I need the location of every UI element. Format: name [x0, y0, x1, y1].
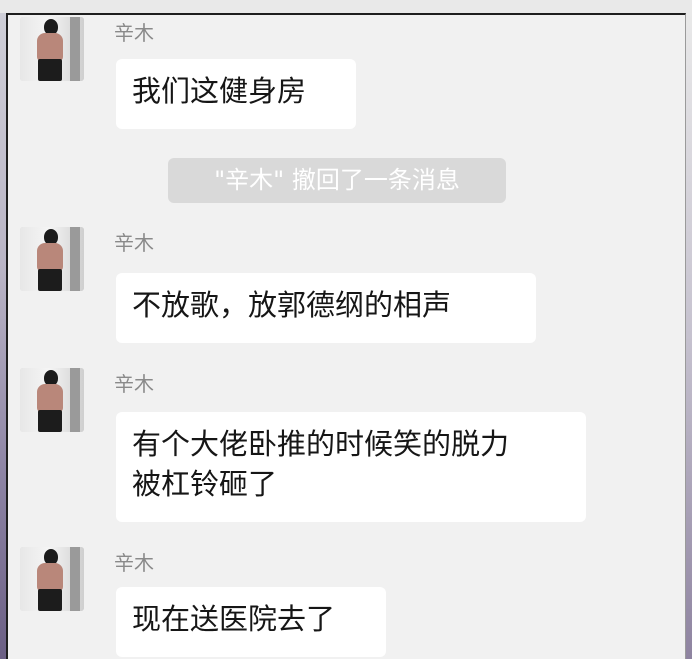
sender-name: 辛木 [114, 372, 154, 396]
message-bubble[interactable]: 现在送医院去了 [116, 587, 386, 657]
avatar[interactable] [20, 17, 84, 81]
avatar[interactable] [20, 368, 84, 432]
message-bubble[interactable]: 我们这健身房 [116, 59, 356, 129]
message-text: 不放歌，放郭德纲的相声 [132, 288, 452, 322]
right-edge [686, 13, 692, 659]
message-bubble[interactable]: 不放歌，放郭德纲的相声 [116, 273, 536, 343]
message-text-line-2: 被杠铃砸了 [132, 467, 278, 501]
message-text-line-1: 有个大佬卧推的时候笑的脱力 [132, 427, 510, 461]
sender-name: 辛木 [114, 231, 154, 255]
avatar[interactable] [20, 227, 84, 291]
recall-notice: "辛木" 撤回了一条消息 [168, 158, 506, 203]
screenshot-frame: 辛木 我们这健身房 "辛木" 撤回了一条消息 辛木 不放歌，放郭德纲的相声 辛木… [0, 0, 692, 659]
avatar[interactable] [20, 547, 84, 611]
chat-area[interactable]: 辛木 我们这健身房 "辛木" 撤回了一条消息 辛木 不放歌，放郭德纲的相声 辛木… [6, 13, 686, 659]
message-bubble[interactable]: 有个大佬卧推的时候笑的脱力 被杠铃砸了 [116, 412, 586, 522]
sender-name: 辛木 [114, 551, 154, 575]
sender-name: 辛木 [114, 21, 154, 45]
message-text: 我们这健身房 [132, 74, 307, 108]
top-strip [0, 0, 692, 14]
message-text: 现在送医院去了 [132, 602, 336, 636]
